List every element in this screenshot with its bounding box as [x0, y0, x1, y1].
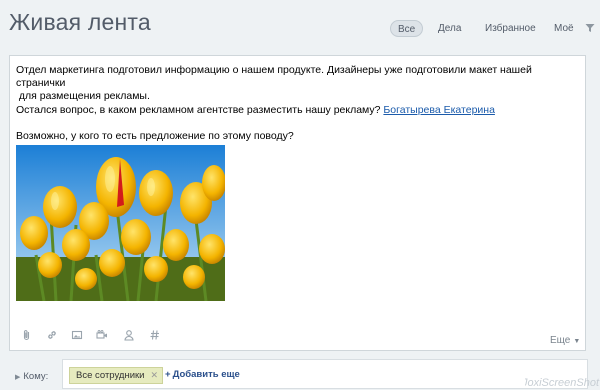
plus-icon: + [165, 369, 171, 380]
message-text[interactable]: Отдел маркетинга подготовил информацию о… [16, 64, 576, 143]
empty-line [16, 117, 576, 130]
feed-tabs: Все Дела Избранное Моё [0, 20, 600, 38]
user-mention[interactable]: Богатырева Екатерина [383, 104, 495, 116]
message-line-4: Возможно, у кого то есть предложение по … [16, 130, 294, 143]
recipient-chip[interactable]: Все сотрудники ✕ [69, 367, 164, 384]
chevron-down-icon: ▼ [573, 338, 581, 345]
attached-photo[interactable] [16, 145, 225, 301]
post-composer[interactable]: Отдел маркетинга подготовил информацию о… [9, 55, 586, 351]
message-line-3: Остался вопрос, в каком рекламном агентс… [16, 104, 576, 117]
more-menu[interactable]: Еще ▼ [550, 335, 580, 346]
message-line-2: для размещения рекламы. [16, 90, 150, 103]
video-icon[interactable] [96, 329, 108, 341]
more-label: Еще [550, 335, 571, 346]
add-recipient-label: Добавить еще [172, 369, 240, 380]
recipient-chip-label: Все сотрудники [76, 370, 145, 381]
add-recipient-link[interactable]: + Добавить еще [165, 369, 240, 380]
tab-mine[interactable]: Моё [554, 20, 574, 37]
remove-icon[interactable]: ✕ [150, 370, 158, 380]
paperclip-icon[interactable] [21, 329, 33, 341]
header: Живая лента Все Дела Избранное Моё [0, 0, 600, 46]
watermark-text: JoxiScreenShot [525, 377, 600, 389]
arrow-right-icon: ▶ [15, 374, 21, 381]
tab-tasks[interactable]: Дела [438, 20, 461, 37]
recipients-label-text: Кому: [23, 371, 49, 382]
hashtag-icon[interactable] [149, 329, 161, 341]
recipients-label: ▶ Кому: [15, 371, 48, 382]
watermark: JoxiScreenShot [525, 377, 600, 389]
link-icon[interactable] [46, 329, 58, 341]
recipients-field[interactable]: Все сотрудники ✕ + Добавить еще [62, 359, 588, 389]
tab-favorites[interactable]: Избранное [485, 20, 536, 37]
message-line-3-text: Остался вопрос, в каком рекламном агентс… [16, 103, 384, 116]
message-line-1: Отдел маркетинга подготовил информацию о… [16, 64, 532, 90]
filter-icon[interactable] [585, 23, 595, 33]
tab-all[interactable]: Все [390, 20, 424, 37]
recipients-row: ▶ Кому: Все сотрудники ✕ + Добавить еще [0, 355, 600, 390]
person-icon[interactable] [123, 329, 135, 341]
image-icon[interactable] [71, 329, 83, 341]
